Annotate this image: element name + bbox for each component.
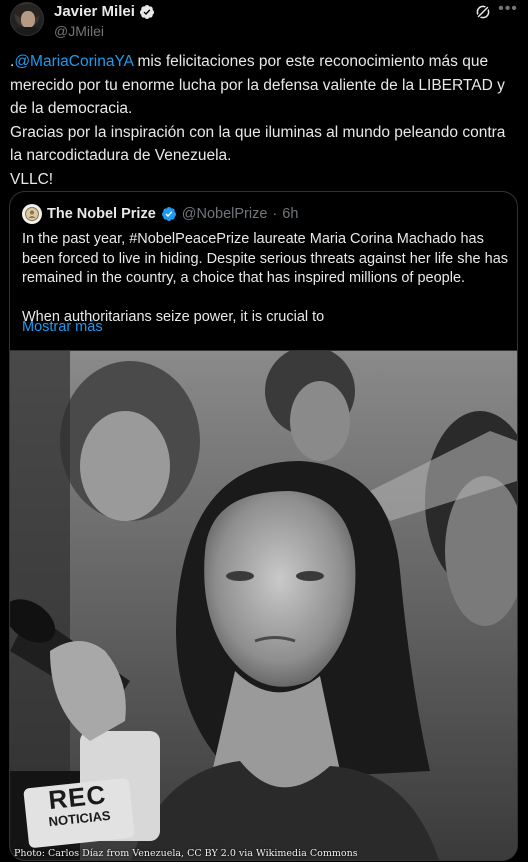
quote-text: In the past year, #NobelPeacePrize laure… bbox=[22, 230, 512, 328]
quote-photo[interactable]: REC NOTICIAS Photo: Carlos Díaz from Ven… bbox=[10, 350, 517, 860]
mic-flag-logo: REC NOTICIAS bbox=[23, 777, 135, 849]
verified-badge-icon bbox=[139, 4, 154, 19]
tweet-paragraph-2: Gracias por la inspiración con la que il… bbox=[10, 123, 506, 165]
author-name[interactable]: Javier Milei bbox=[54, 3, 135, 20]
tweet-text: .@MariaCorinaYA mis felicitaciones por e… bbox=[10, 50, 520, 191]
quote-author-name[interactable]: The Nobel Prize bbox=[47, 206, 156, 222]
nobel-avatar[interactable] bbox=[22, 204, 42, 224]
quote-separator: · bbox=[272, 206, 278, 222]
quote-header: The Nobel Prize @NobelPrize · 6h bbox=[22, 204, 298, 224]
tweet-header: Javier Milei @JMilei ••• bbox=[10, 0, 518, 44]
nobel-medal-icon bbox=[25, 207, 39, 221]
show-more-link[interactable]: Mostrar más bbox=[22, 319, 103, 335]
photo-caption: Photo: Carlos Díaz from Venezuela, CC BY… bbox=[14, 848, 358, 859]
quote-verified-badge-icon bbox=[161, 207, 176, 221]
tweet-paragraph-1: .@MariaCorinaYA mis felicitaciones por e… bbox=[10, 50, 520, 121]
quoted-tweet[interactable]: The Nobel Prize @NobelPrize · 6h In the … bbox=[9, 191, 518, 861]
author-avatar[interactable] bbox=[10, 2, 44, 36]
quote-timestamp[interactable]: 6h bbox=[282, 206, 298, 222]
tweet-paragraph-3: VLLC! bbox=[10, 170, 54, 188]
mention-link[interactable]: @MariaCorinaYA bbox=[14, 53, 133, 70]
author-handle[interactable]: @JMilei bbox=[54, 23, 104, 39]
quote-paragraph-1: In the past year, #NobelPeacePrize laure… bbox=[22, 231, 509, 286]
more-options-icon[interactable]: ••• bbox=[498, 1, 518, 20]
grok-icon[interactable] bbox=[474, 3, 492, 21]
author-name-row: Javier Milei bbox=[54, 3, 155, 20]
quote-author-handle[interactable]: @NobelPrize bbox=[182, 206, 268, 222]
